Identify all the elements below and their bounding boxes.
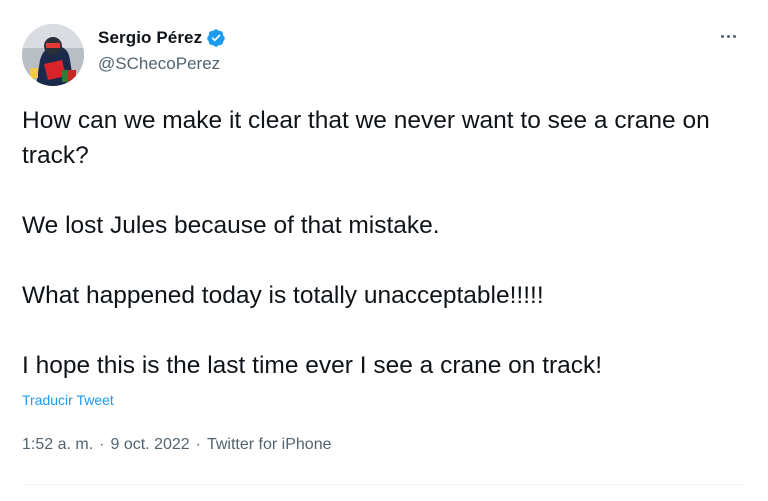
meta-separator: · [99, 436, 105, 453]
tweet-paragraph: We lost Jules because of that mistake. [22, 212, 440, 239]
more-dot [732, 34, 736, 38]
display-name[interactable]: Sergio Pérez [98, 28, 202, 48]
more-dot [726, 34, 730, 38]
tweet-paragraph: I hope this is the last time ever I see … [22, 352, 603, 379]
tweet-metadata: 1:52 a. m. · 9 oct. 2022 · Twitter for i… [22, 436, 331, 454]
tweet-card: Sergio Pérez @SChecoPerez How can we mak… [0, 0, 768, 501]
tweet-paragraph: How can we make it clear that we never w… [22, 107, 710, 169]
user-names: Sergio Pérez @SChecoPerez [98, 26, 226, 74]
display-name-row: Sergio Pérez [98, 26, 226, 50]
avatar[interactable] [22, 24, 84, 86]
meta-separator: · [195, 436, 201, 453]
tweet-time[interactable]: 1:52 a. m. [22, 436, 93, 454]
tweet-paragraph: What happened today is totally unaccepta… [22, 282, 544, 309]
tweet-source[interactable]: Twitter for iPhone [207, 436, 332, 454]
more-dot [720, 34, 724, 38]
avatar-image [22, 24, 84, 86]
user-handle[interactable]: @SChecoPerez [98, 54, 226, 74]
tweet-header: Sergio Pérez @SChecoPerez [22, 22, 746, 86]
divider [22, 484, 746, 485]
verified-badge-icon [207, 29, 225, 47]
tweet-date[interactable]: 9 oct. 2022 [110, 436, 189, 454]
translate-tweet-link[interactable]: Traducir Tweet [22, 392, 114, 408]
more-options-icon[interactable] [714, 26, 742, 46]
tweet-text: How can we make it clear that we never w… [22, 103, 738, 383]
